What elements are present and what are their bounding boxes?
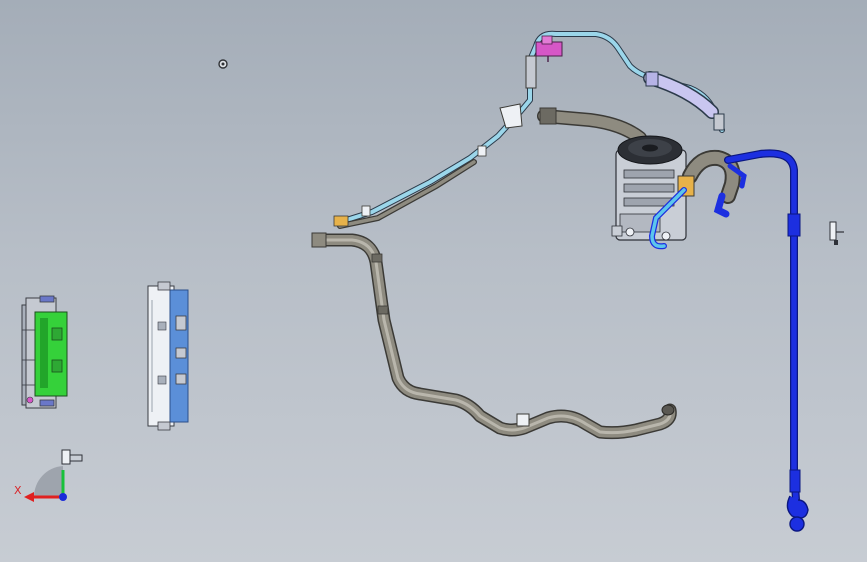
ac-compressor[interactable]	[611, 135, 687, 241]
triad-x-label: X	[14, 484, 22, 497]
coordinate-triad	[24, 466, 67, 502]
triad-plane	[33, 466, 63, 497]
cad-viewport[interactable]: X	[0, 0, 867, 562]
triad-x-arrow	[24, 492, 34, 502]
hose-clip[interactable]	[516, 413, 530, 427]
high-pressure-line[interactable]	[724, 149, 809, 532]
condenser-panel[interactable]	[147, 281, 189, 431]
evaporator-unit[interactable]	[21, 295, 68, 409]
loose-nut-part[interactable]	[218, 59, 228, 69]
sensor-part[interactable]	[829, 221, 844, 245]
assembly-scene[interactable]	[0, 0, 867, 562]
suction-hose[interactable]	[311, 232, 677, 440]
mounting-bracket[interactable]	[499, 103, 523, 129]
liquid-line-fitting[interactable]	[333, 215, 349, 227]
compressor-suction-hose[interactable]	[537, 107, 647, 145]
triad-z-axis	[59, 493, 67, 501]
small-valve-part[interactable]	[61, 449, 83, 465]
evaporator-core[interactable]	[34, 311, 68, 397]
